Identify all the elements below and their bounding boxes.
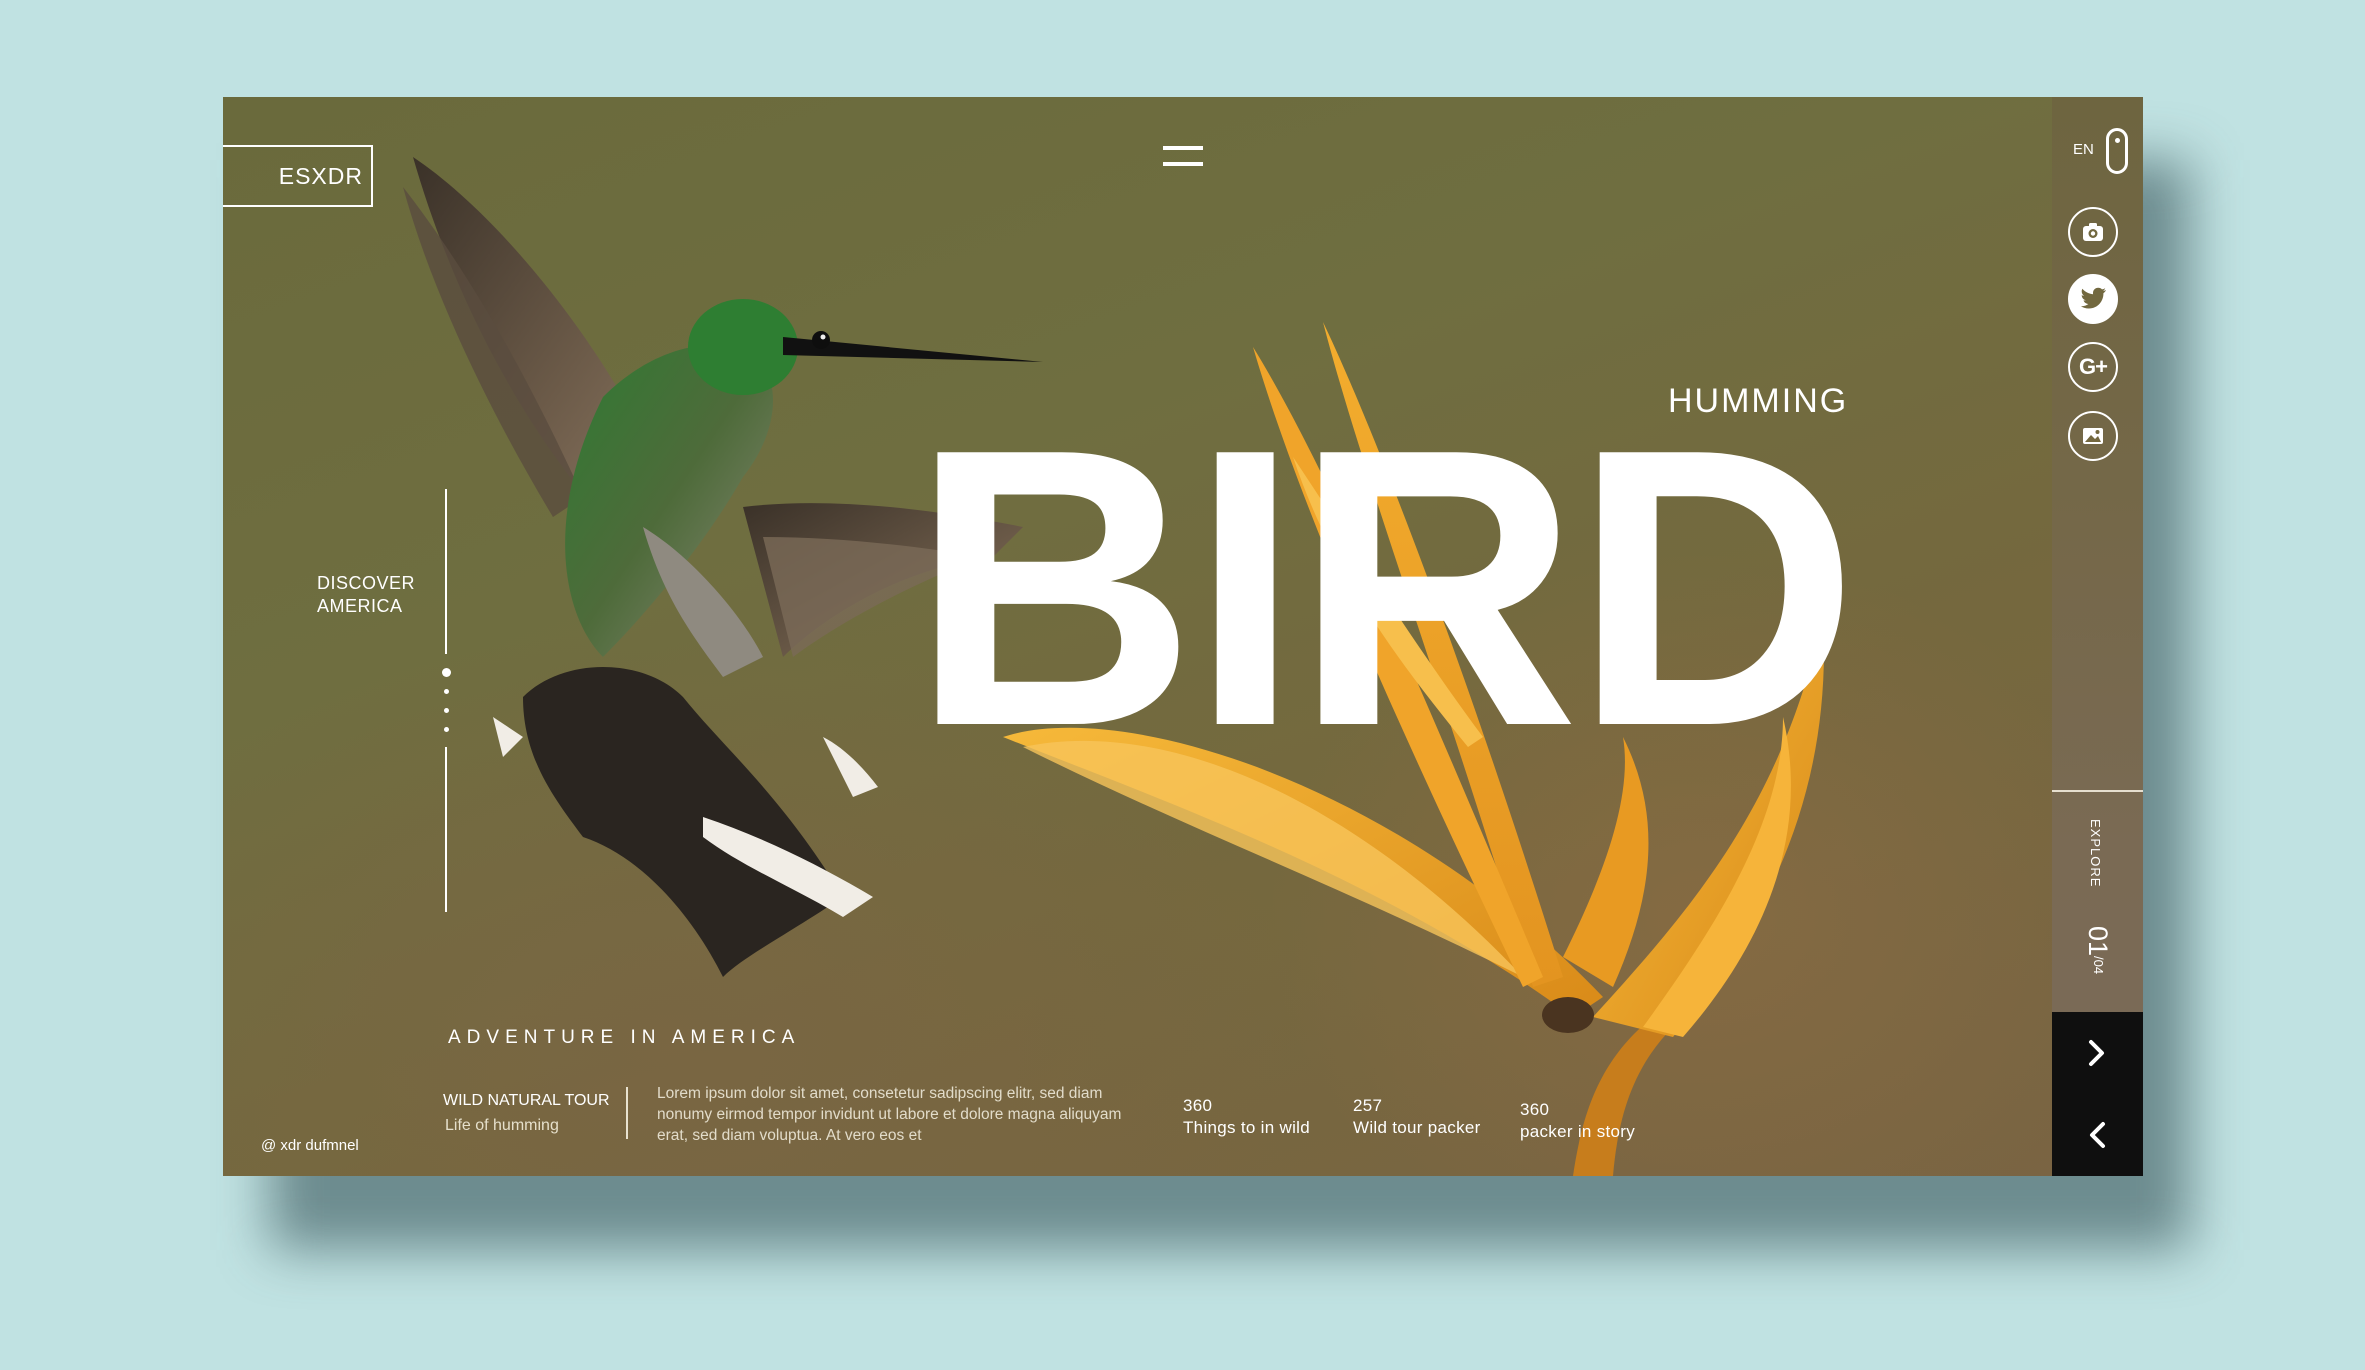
hero-headline: BIRD — [911, 366, 1859, 808]
discover-line1: DISCOVER — [317, 573, 416, 593]
vertical-divider-top — [445, 489, 447, 654]
stat-value: 360 — [1520, 1100, 1550, 1119]
hero-frame: ESXDR DISCOVER AMERICA HUMMING BIRD ADVE… — [223, 97, 2143, 1176]
copyright-text: @ xdr dufmnel — [261, 1137, 359, 1154]
google-plus-label: G+ — [2079, 354, 2108, 379]
slide-dot[interactable] — [444, 727, 449, 732]
language-toggle[interactable] — [2106, 128, 2128, 174]
explore-link[interactable]: EXPLORE — [2088, 819, 2103, 887]
slide-dot[interactable] — [444, 689, 449, 694]
discover-label[interactable]: DISCOVER AMERICA — [317, 572, 415, 618]
stat-value: 360 — [1183, 1096, 1213, 1115]
stat-label: Things to in wild — [1183, 1118, 1310, 1137]
twitter-icon[interactable] — [2068, 274, 2118, 324]
stat-value: 257 — [1353, 1096, 1383, 1115]
image-icon[interactable] — [2068, 411, 2118, 461]
tour-separator — [626, 1087, 628, 1139]
tagline: ADVENTURE IN AMERICA — [448, 1027, 801, 1048]
stat-item: 360 packer in story — [1520, 1099, 1635, 1143]
stat-item: 360 Things to in wild — [1183, 1095, 1310, 1139]
slide-nav-panel — [2052, 1012, 2143, 1176]
camera-icon[interactable] — [2068, 207, 2118, 257]
stat-label: Wild tour packer — [1353, 1118, 1481, 1137]
tour-subtitle: Life of humming — [445, 1117, 559, 1134]
tour-description: Lorem ipsum dolor sit amet, consetetur s… — [657, 1085, 1122, 1144]
chevron-right-icon[interactable] — [2082, 1033, 2112, 1073]
slide-dot[interactable] — [444, 708, 449, 713]
discover-line2: AMERICA — [317, 596, 403, 616]
page-total: /04 — [2091, 956, 2106, 975]
vertical-divider-bottom — [445, 747, 447, 912]
tour-title: WILD NATURAL TOUR — [443, 1092, 610, 1109]
hamburger-menu-icon[interactable] — [1163, 144, 1203, 170]
right-sidebar: EN G+ EXPLORE 01/04 — [2052, 97, 2143, 1176]
stat-label: packer in story — [1520, 1122, 1636, 1141]
slide-dot-active[interactable] — [442, 668, 451, 677]
brand-logo[interactable]: ESXDR — [223, 145, 373, 207]
page-indicator: 01/04 — [2082, 926, 2113, 974]
google-plus-icon[interactable]: G+ — [2068, 342, 2118, 392]
sidebar-divider — [2052, 790, 2143, 792]
language-label[interactable]: EN — [2073, 141, 2094, 158]
chevron-left-icon[interactable] — [2082, 1115, 2112, 1155]
page-current: 01 — [2083, 926, 2113, 957]
stat-item: 257 Wild tour packer — [1353, 1095, 1481, 1139]
